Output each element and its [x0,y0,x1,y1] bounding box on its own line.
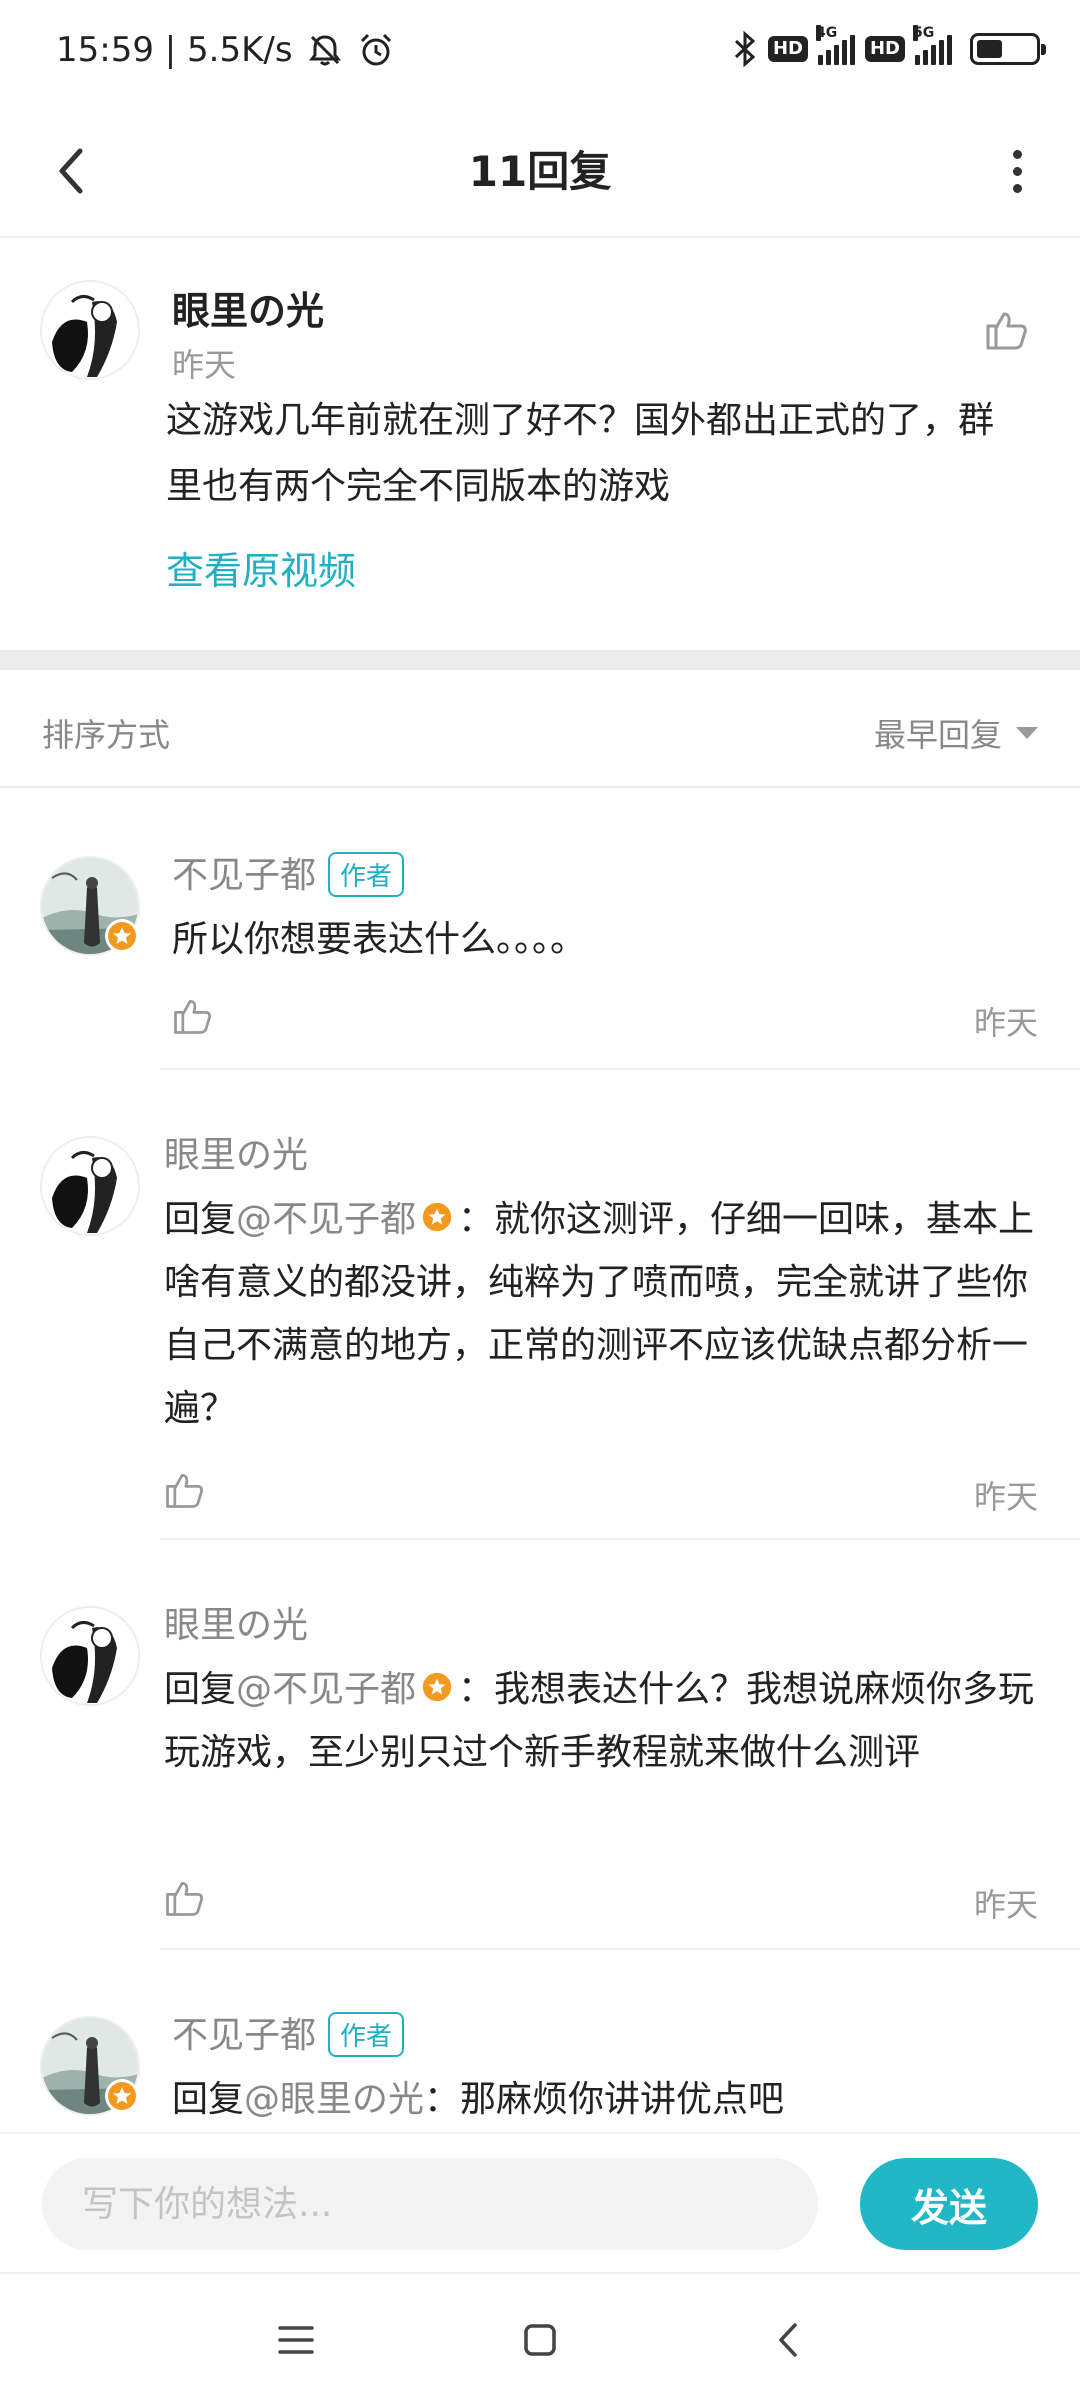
comment-text: 这游戏几年前就在测了好不？国外都出正式的了，群里也有两个完全不同版本的游戏 [166,400,995,507]
status-right: HD 4G HD 5G [732,25,1046,68]
verified-badge-icon [105,2079,139,2113]
main-comment: 眼里の光 昨天 这游戏几年前就在测了好不？国外都出正式的了，群里也有两个完全不同… [0,240,1080,650]
alarm-icon [360,33,391,66]
hd-badge-1: HD [767,36,808,62]
menu-icon [278,2326,314,2354]
sort-bar: 排序方式 最早回复 [0,670,1080,788]
reply-prefix: 回复 [164,1669,237,1710]
page-title: 11回复 [468,147,612,196]
avatar[interactable] [40,280,140,380]
more-dot-icon [1012,149,1022,159]
thumbs-up-icon [166,1881,203,1916]
section-divider [0,650,1080,670]
username-text: 不见子都 [172,2015,317,2056]
avatar-image [42,1608,138,1704]
mention-link[interactable]: @眼里の光 [244,2079,424,2120]
like-button[interactable] [162,1876,210,1924]
verified-badge-icon [422,1202,452,1232]
reply-item: 不见子都 作者 所以你想要表达什么。。。。 昨天 [0,790,1080,1070]
signal-1-icon: 4G [815,25,855,65]
username-text: 不见子都 [172,855,317,896]
reply-text: 所以你想要表达什么。。。。 [172,919,587,960]
verified-badge-icon [105,919,139,953]
thumbs-up-icon [174,999,211,1034]
timestamp: 昨天 [172,346,237,384]
more-dot-icon [1012,183,1022,193]
verified-badge-icon [422,1672,452,1702]
reply-item: 眼里の光 回复@不见子都 ：我想表达什么？我想说麻烦你多玩玩游戏，至少别只过个新手… [0,1540,1080,1950]
status-left: 15:59 | 5.5K/s [56,30,395,70]
reply-text: 回复@不见子都 ：就你这测评，仔细一回味，基本上啥有意义的都没讲，纯粹为了喷而喷，… [164,1188,1044,1440]
bluetooth-icon [734,30,756,68]
sort-dropdown[interactable]: 最早回复 [874,710,1038,756]
reply-item: 不见子都 作者 回复@眼里の光：那麻烦你讲讲优点吧 [0,1950,1080,2132]
status-time: 15:59 | 5.5K/s [56,30,293,70]
comment-input[interactable] [42,2158,818,2250]
view-original-video-link[interactable]: 查看原视频 [166,540,356,595]
reply-text: 回复@眼里の光：那麻烦你讲讲优点吧 [172,2068,1032,2131]
signal-2-icon: 5G [913,25,952,65]
mention-link[interactable]: @不见子都 [236,1199,416,1240]
like-button[interactable] [162,1468,210,1516]
caret-down-icon [1016,727,1038,739]
reply-prefix: 回复 [172,2079,245,2120]
sort-label: 排序方式 [42,716,171,754]
hd-badge-2: HD [864,36,905,62]
system-nav-bar [0,2272,1080,2400]
like-button[interactable] [170,994,218,1042]
menu-nav-button[interactable] [256,2300,336,2380]
username[interactable]: 眼里の光 [164,1126,308,1178]
timestamp: 昨天 [973,1886,1038,1924]
avatar-image [42,1138,138,1234]
avatar[interactable] [40,1136,140,1236]
avatar[interactable] [40,1606,140,1706]
avatar-image [42,282,138,378]
reply-text: 回复@不见子都 ：我想表达什么？我想说麻烦你多玩玩游戏，至少别只过个新手教程就来做… [164,1658,1044,1784]
battery-icon [970,33,1046,65]
timestamp: 昨天 [973,1004,1038,1042]
send-button[interactable]: 发送 [860,2158,1038,2250]
home-square-icon [524,2324,556,2356]
home-nav-button[interactable] [500,2300,580,2380]
author-tag: 作者 [328,2011,405,2057]
author-tag: 作者 [328,851,405,897]
username[interactable]: 眼里の光 [172,280,324,335]
back-nav-button[interactable] [748,2300,828,2380]
username[interactable]: 不见子都 作者 [172,2006,405,2060]
top-bar: 11回复 [0,110,1080,238]
reply-prefix: 回复 [164,1199,237,1240]
back-nav-icon [779,2323,797,2357]
reply-body: ：那麻烦你讲讲优点吧 [424,2079,785,2120]
battery-level [977,40,1003,58]
username[interactable]: 眼里の光 [164,1596,308,1648]
reply-item: 眼里の光 回复@不见子都 ：就你这测评，仔细一回味，基本上啥有意义的都没讲，纯粹为… [0,1070,1080,1540]
like-button[interactable] [982,306,1030,354]
timestamp: 昨天 [973,1478,1038,1516]
thumbs-up-icon [986,312,1027,350]
status-bar: 15:59 | 5.5K/s HD 4G HD 5G [0,0,1080,110]
sort-selected-value: 最早回复 [873,716,1002,754]
mention-link[interactable]: @不见子都 [236,1669,416,1710]
mute-bell-icon [308,35,341,66]
username[interactable]: 不见子都 作者 [172,846,405,900]
more-options-button[interactable] [982,136,1052,206]
more-dot-icon [1012,166,1022,176]
comment-input-bar: 发送 [0,2132,1080,2272]
thumbs-up-icon [166,1473,203,1508]
